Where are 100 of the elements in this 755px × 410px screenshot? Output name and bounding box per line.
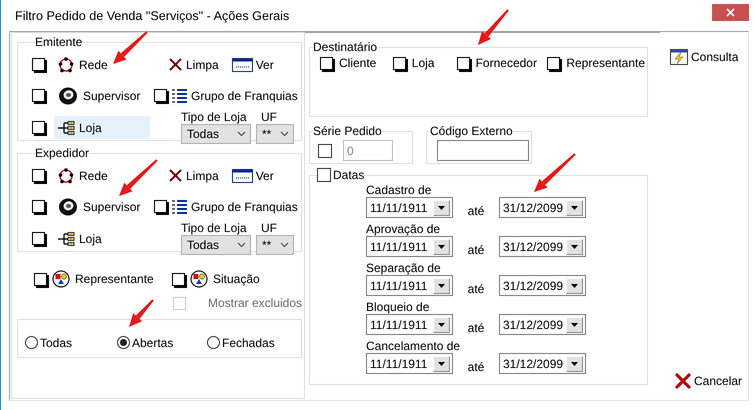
view-button[interactable]: Ver [232,168,274,182]
dropdown-button[interactable] [433,238,450,254]
checkbox[interactable] [547,56,560,70]
cross-icon [168,168,183,183]
close-icon [726,8,735,17]
chevron-down-icon [280,131,289,137]
date-field[interactable]: 31/12/2099 [499,197,586,218]
annotation-arrow [478,9,509,45]
clear-button[interactable]: Limpa [168,57,219,72]
radio-button[interactable] [117,336,130,349]
date-field[interactable]: 11/11/1911 [366,353,453,374]
option-item[interactable]: Rede [54,53,150,76]
state-dropdown[interactable]: ** [256,124,294,144]
field-label: UF [260,110,278,124]
date-field[interactable]: 11/11/1911 [366,275,453,296]
date-field[interactable]: 31/12/2099 [499,275,586,296]
date-field[interactable]: 11/11/1911 [366,236,453,257]
radio-option[interactable]: Abertas [117,336,207,350]
dropdown-button[interactable] [566,316,583,332]
dropdown-button[interactable] [433,356,450,372]
radio-option[interactable]: Todas [25,336,117,350]
checkbox[interactable] [32,121,45,134]
external-code-field[interactable] [437,140,529,161]
store-type-dropdown[interactable]: Todas [181,235,251,255]
checkbox[interactable] [32,169,45,182]
checkbox-label: Mostrar excluidos [208,296,302,310]
checkbox[interactable] [32,58,45,71]
close-button[interactable] [712,4,749,21]
window-icon [232,168,253,182]
date-field[interactable]: 31/12/2099 [499,314,586,335]
checkbox-label: Grupo de Franquias [191,200,298,214]
triangle-down-icon [571,362,578,366]
group-title: Destinatário [313,40,378,54]
group-title: Emitente [35,35,82,49]
lightning-icon [670,49,688,65]
triangle-down-icon [571,244,578,248]
close-icon [675,373,691,389]
checkbox[interactable] [172,272,185,286]
checkbox[interactable] [32,89,45,102]
checkbox-label: Representante [566,56,646,70]
dropdown-button[interactable] [566,356,583,372]
date-field[interactable]: 11/11/1911 [366,197,453,218]
network-icon [57,56,75,74]
triangle-down-icon [438,244,445,248]
triangle-down-icon [571,284,578,288]
option-item[interactable]: Loja [54,227,150,250]
option-item[interactable]: Rede [54,164,150,187]
group-title: Expedidor [35,146,90,160]
date-field[interactable]: 11/11/1911 [366,314,453,335]
dropdown-button[interactable] [566,238,583,254]
option-item[interactable]: Loja [54,116,150,139]
dropdown-button[interactable] [433,278,450,294]
annotation-arrow [113,31,148,64]
chevron-down-icon [237,131,246,137]
option-item[interactable]: Supervisor [54,195,150,218]
field-label: Bloqueio de [366,300,430,314]
dropdown-button[interactable] [433,316,450,332]
checkbox[interactable] [456,56,470,70]
clear-button[interactable]: Limpa [168,168,219,183]
dropdown-button[interactable] [566,278,583,294]
checkbox-label: Representante [75,272,154,286]
people-icon [190,270,208,288]
checkbox[interactable] [154,200,167,213]
checkbox[interactable] [392,56,406,70]
radio-option[interactable]: Fechadas [207,336,299,350]
field-label: UF [260,221,278,235]
cancel-button[interactable]: Cancelar [670,373,748,389]
store-type-dropdown[interactable]: Todas [181,124,251,144]
search-button[interactable]: Consulta [670,49,748,65]
checkbox[interactable] [317,168,331,182]
dropdown-button[interactable] [566,200,583,216]
window-title: Filtro Pedido de Venda "Serviços" - Ações Gerais [15,8,290,22]
checkbox[interactable] [320,56,333,70]
checkbox[interactable] [32,232,45,245]
range-separator: até [466,242,486,256]
checkbox-label: Situação [213,272,260,286]
checkbox-label: Cliente [339,56,376,70]
view-button[interactable]: Ver [232,58,274,72]
checkbox[interactable] [34,272,47,286]
checkbox-label: Grupo de Franquias [191,88,298,102]
state-dropdown[interactable]: ** [256,235,294,255]
option-item[interactable]: Supervisor [54,84,150,107]
radio-button[interactable] [25,336,38,349]
checkbox[interactable] [154,89,167,102]
date-field[interactable]: 31/12/2099 [499,236,586,257]
triangle-down-icon [438,322,445,326]
radio-button[interactable] [207,336,220,349]
tree-icon [57,120,75,136]
annotation-arrow [129,299,154,327]
people-icon [52,270,70,288]
network-icon [57,166,75,184]
field-label: Tipo de Loja [181,110,248,124]
chevron-down-icon [237,242,246,248]
field-label: Aprovação de [366,222,442,236]
tree-icon [57,230,75,246]
date-field[interactable]: 31/12/2099 [499,353,586,374]
dropdown-button[interactable] [433,200,450,216]
checkbox-label: Loja [412,56,434,70]
range-separator: até [466,358,486,374]
checkbox[interactable] [32,200,45,213]
